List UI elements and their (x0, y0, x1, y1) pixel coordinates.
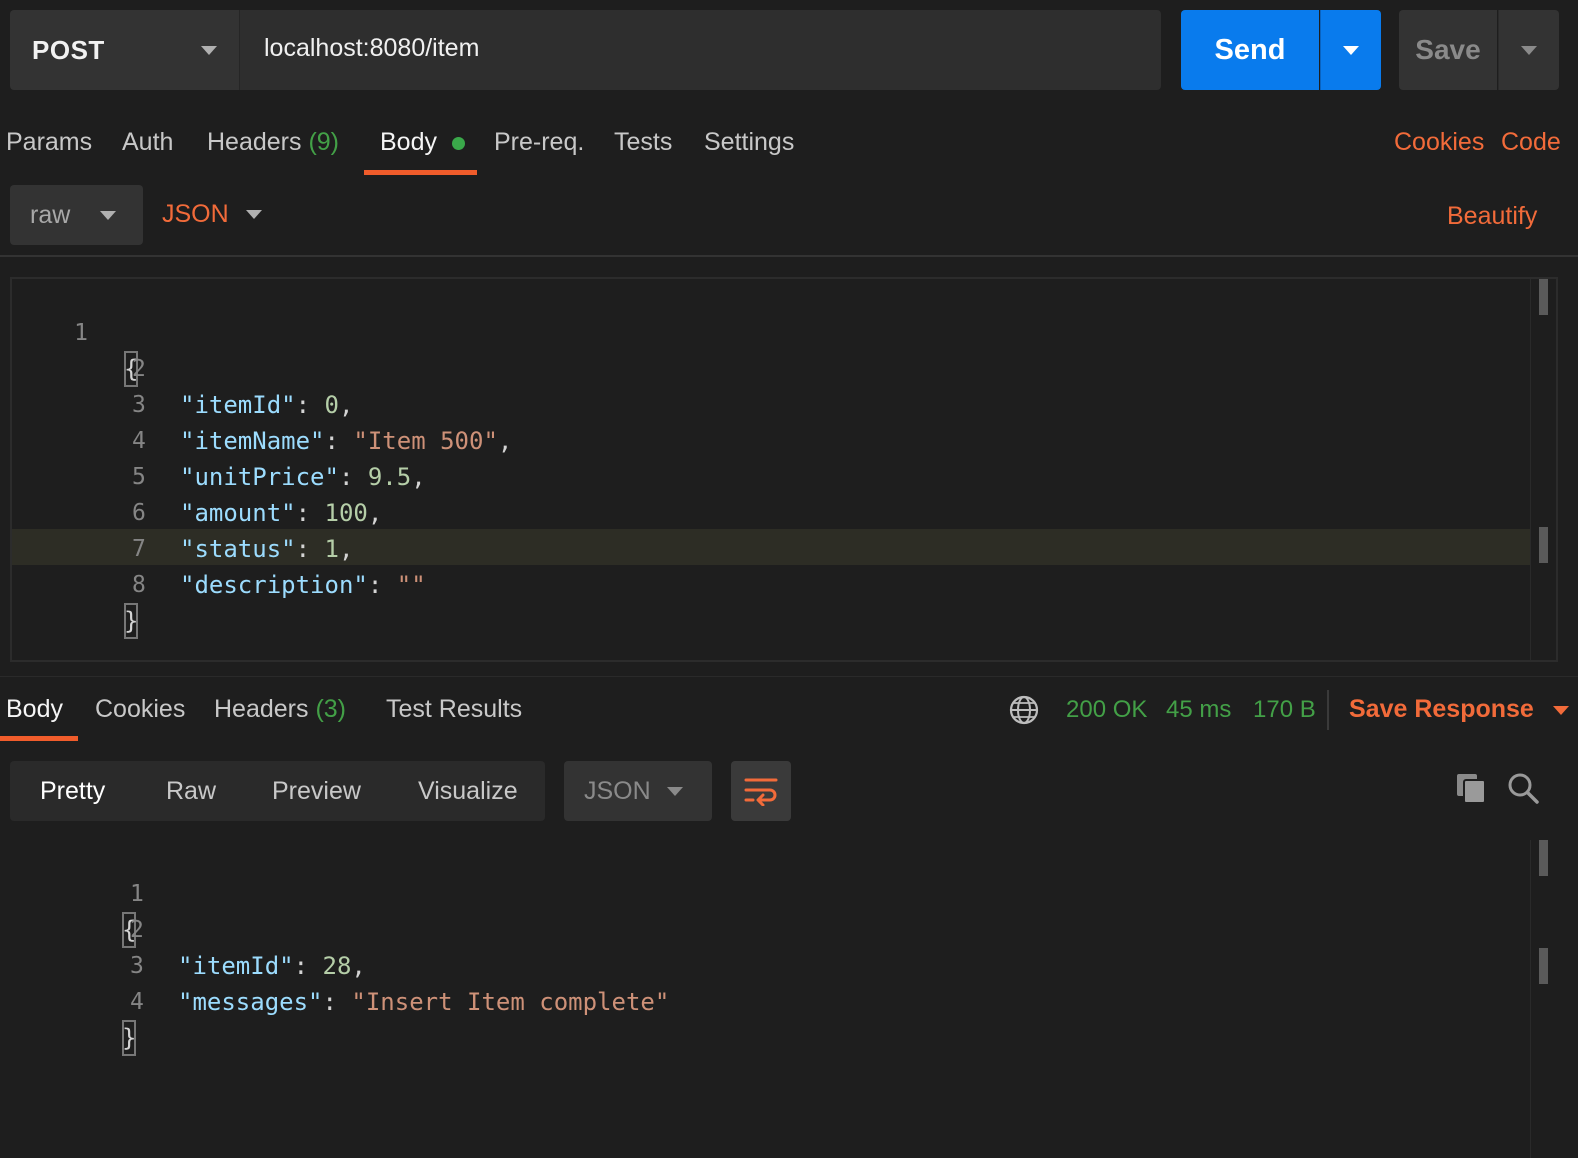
tab-label: Pre-req. (494, 128, 585, 156)
body-indicator-dot-icon (451, 136, 465, 150)
json-value: "Insert Item complete" (351, 988, 670, 1016)
response-language-label: JSON (584, 776, 651, 805)
code-line: 3 "itemName": "Item 500", (12, 351, 1556, 455)
url-input[interactable] (262, 32, 1146, 64)
method-label: POST (32, 34, 105, 65)
body-language-select[interactable]: JSON (162, 200, 272, 236)
chevron-down-icon (1552, 705, 1569, 715)
response-size[interactable]: 170 B (1253, 696, 1316, 724)
method-select[interactable]: POST (10, 10, 239, 90)
tab-settings[interactable]: Settings (704, 128, 794, 157)
body-mode-label: raw (30, 200, 71, 229)
line-number: 8 (131, 572, 146, 598)
code-line: 1 { (10, 840, 1558, 948)
copy-icon[interactable] (1455, 772, 1487, 804)
tab-tests[interactable]: Tests (614, 128, 672, 157)
chevron-down-icon (246, 210, 262, 219)
save-options-button[interactable] (1498, 10, 1559, 90)
headers-count: (9) (308, 128, 340, 156)
response-body-viewer[interactable]: 1 { 2 "itemId": 28, 3 "messages": "Inser… (10, 840, 1558, 1158)
send-options-button[interactable] (1320, 10, 1381, 90)
response-tab-body[interactable]: Body (6, 695, 63, 724)
request-body-editor[interactable]: 1 { 2 "itemId": 0, 3 "itemName": "Item 5… (10, 277, 1558, 662)
save-response-label: Save Response (1349, 695, 1534, 723)
divider (1327, 690, 1329, 730)
json-colon: : (322, 988, 352, 1016)
code-line: 2 "itemId": 28, (10, 876, 1558, 980)
line-number: 4 (129, 989, 144, 1015)
response-tab-test-results[interactable]: Test Results (386, 695, 522, 724)
view-preview[interactable]: Preview (272, 761, 361, 821)
response-tab-headers[interactable]: Headers (3) (214, 695, 346, 724)
save-button[interactable]: Save (1399, 10, 1497, 90)
tab-label: Params (6, 128, 93, 156)
url-bar[interactable] (239, 10, 1161, 90)
json-colon: : (367, 571, 397, 599)
chevron-down-icon (1343, 45, 1359, 55)
send-label: Send (1214, 33, 1286, 66)
globe-icon[interactable] (1008, 694, 1040, 726)
json-value: "" (396, 571, 426, 599)
json-key: "messages" (178, 988, 323, 1016)
code-line: 1 { (12, 279, 1556, 387)
code-line: 5 "amount": 100, (12, 423, 1556, 527)
active-tab-underline (0, 736, 78, 741)
code-link[interactable]: Code (1501, 128, 1561, 157)
code-line: 2 "itemId": 0, (12, 315, 1556, 419)
view-pretty[interactable]: Pretty (40, 761, 105, 821)
tab-auth[interactable]: Auth (122, 128, 173, 157)
body-mode-select[interactable]: raw (10, 185, 143, 245)
chevron-down-icon (1521, 45, 1537, 55)
code-line: 6 "status": 1, (12, 459, 1556, 563)
tab-label: Headers (207, 128, 302, 156)
tab-body[interactable]: Body (380, 128, 465, 157)
status-code[interactable]: 200 OK (1066, 696, 1147, 724)
code-line: 4 "unitPrice": 9.5, (12, 387, 1556, 491)
response-time[interactable]: 45 ms (1166, 696, 1231, 724)
code-line: 4 } (10, 948, 1558, 1056)
headers-count: (3) (315, 695, 347, 723)
cookies-link[interactable]: Cookies (1394, 128, 1484, 157)
tab-label: Auth (122, 128, 174, 156)
chevron-down-icon (201, 46, 217, 55)
response-tab-cookies[interactable]: Cookies (95, 695, 185, 724)
send-button[interactable]: Send (1181, 10, 1319, 90)
view-visualize[interactable]: Visualize (418, 761, 518, 821)
chevron-down-icon (100, 211, 116, 220)
tab-label: Test Results (386, 695, 523, 723)
chevron-down-icon (667, 787, 683, 796)
tab-pre-request[interactable]: Pre-req. (494, 128, 584, 157)
beautify-link[interactable]: Beautify (1447, 202, 1537, 231)
tab-label: Cookies (95, 695, 186, 723)
tab-label: Tests (614, 128, 673, 156)
search-icon[interactable] (1507, 772, 1539, 804)
body-language-label: JSON (162, 200, 229, 228)
tab-label: Headers (214, 695, 309, 723)
view-raw[interactable]: Raw (166, 761, 216, 821)
response-language-select[interactable]: JSON (564, 761, 712, 821)
response-view-toggle: Pretty Raw Preview Visualize (10, 761, 545, 821)
close-brace: } (122, 1020, 137, 1056)
wrap-lines-button[interactable] (731, 761, 791, 821)
code-line: 8 } (12, 531, 1556, 639)
json-key: "description" (180, 571, 368, 599)
wrap-lines-icon (744, 778, 778, 806)
save-response-button[interactable]: Save Response (1349, 695, 1569, 724)
active-tab-underline (364, 170, 477, 175)
divider (0, 255, 1578, 257)
code-line: 3 "messages": "Insert Item complete" (10, 912, 1558, 1016)
tab-label: Settings (704, 128, 795, 156)
tab-params[interactable]: Params (6, 128, 92, 157)
tab-label: Body (6, 695, 63, 723)
tab-label: Body (380, 128, 437, 156)
save-label: Save (1415, 34, 1481, 65)
close-brace: } (124, 603, 139, 639)
tab-headers[interactable]: Headers (9) (207, 128, 339, 157)
divider (0, 676, 1578, 677)
code-line: 7 "description": "" (12, 495, 1556, 599)
